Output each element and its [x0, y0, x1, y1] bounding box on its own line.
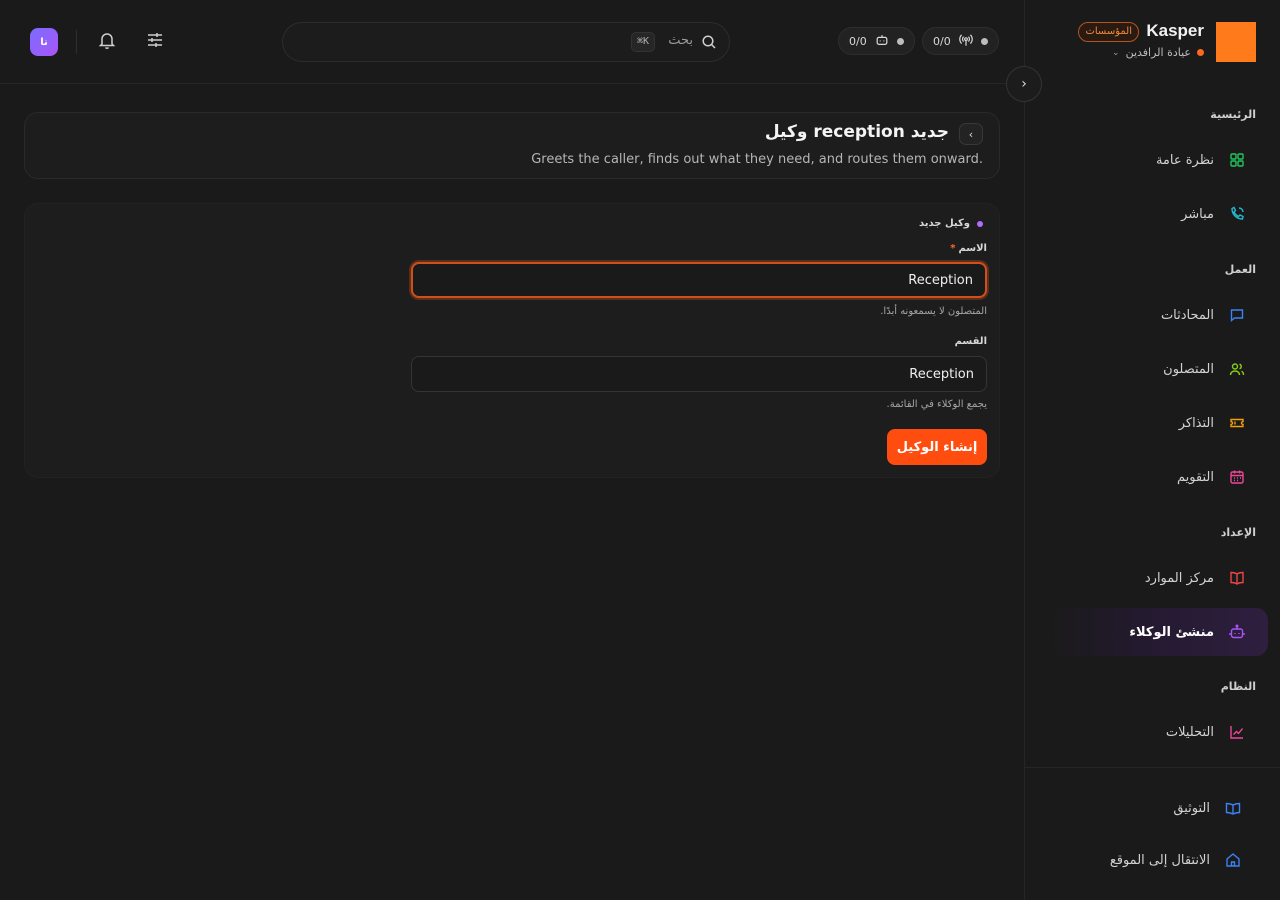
chevron-down-icon: ⌄: [1112, 47, 1120, 58]
bell-icon: [97, 30, 117, 54]
chat-icon: [1228, 306, 1246, 324]
topbar: نا بحث ⌘K 0/0 0/0: [0, 0, 1024, 84]
sidebar-item-docs[interactable]: التوثيق: [1048, 785, 1268, 831]
grid-icon: [1228, 151, 1246, 169]
sidebar-item-go-to-site[interactable]: الانتقال إلى الموقع: [1048, 837, 1268, 883]
required-marker: *: [950, 243, 956, 254]
page-header: ‹ وكيل reception جديد Greets the caller,…: [24, 112, 1000, 179]
plan-badge: المؤسسات: [1078, 22, 1139, 42]
sidebar-item-label: مباشر: [1181, 206, 1214, 222]
page-title: وكيل reception جديد: [764, 122, 949, 142]
book-icon: [1228, 569, 1246, 587]
sliders-icon: [145, 30, 165, 54]
page-subtitle: Greets the caller, finds out what they n…: [531, 152, 983, 167]
ticket-icon: [1228, 414, 1246, 432]
phone-icon: [1228, 205, 1246, 223]
status-dot: [896, 37, 904, 45]
sidebar-item-label: التذاكر: [1178, 415, 1214, 431]
sidebar-item-label: المحادثات: [1160, 307, 1214, 323]
search-input[interactable]: بحث ⌘K: [282, 22, 730, 62]
sidebar-item-label: منشئ الوكلاء: [1129, 624, 1214, 640]
sidebar-item-label: الانتقال إلى الموقع: [1109, 852, 1210, 868]
lines-status-pill[interactable]: 0/0: [922, 27, 999, 55]
name-label: الاسم*: [950, 243, 987, 254]
sidebar-item-tickets[interactable]: التذاكر: [1048, 400, 1268, 446]
name-label-text: الاسم: [958, 243, 987, 254]
sidebar-item-analytics[interactable]: التحليلات: [1048, 709, 1268, 755]
department-field[interactable]: [411, 356, 987, 392]
sidebar-item-label: التوثيق: [1173, 800, 1210, 816]
sidebar-item-calendar[interactable]: التقويم: [1048, 454, 1268, 500]
create-agent-button[interactable]: إنشاء الوكيل: [887, 429, 987, 465]
book-open-icon: [1224, 799, 1242, 817]
robot-icon: [875, 33, 889, 50]
workspace-status-dot: [1197, 49, 1204, 56]
avatar[interactable]: نا: [30, 28, 58, 56]
nav-section-system: النظام: [1220, 680, 1256, 693]
sidebar-item-label: مركز الموارد: [1144, 570, 1214, 586]
robot-icon: [1228, 623, 1246, 641]
notifications-button[interactable]: [93, 28, 121, 56]
sidebar-item-resources[interactable]: مركز الموارد: [1048, 555, 1268, 601]
department-hint: يجمع الوكلاء في القائمة.: [886, 399, 987, 410]
nav-section-home: الرئيسية: [1210, 108, 1256, 121]
form-section-title: وكيل جديد: [918, 218, 970, 229]
sidebar: Kasper المؤسسات عيادة الرافدين ⌄ الرئيسي…: [1024, 0, 1280, 900]
home-icon: [1224, 851, 1242, 869]
sidebar-item-label: التحليلات: [1165, 724, 1214, 740]
name-field[interactable]: [411, 262, 987, 298]
nav-section-work: العمل: [1224, 263, 1256, 276]
section-dot: [977, 220, 983, 227]
sidebar-item-label: المتصلون: [1163, 361, 1214, 377]
lines-count: 0/0: [933, 34, 951, 48]
form-section-header: وكيل جديد: [919, 218, 983, 229]
brand-name: Kasper: [1146, 21, 1204, 40]
sidebar-item-conversations[interactable]: المحادثات: [1048, 292, 1268, 338]
nav-section-setup: الإعداد: [1220, 526, 1256, 539]
new-agent-form: وكيل جديد الاسم* المتصلون لا يسمعونه أبد…: [24, 203, 1000, 478]
sidebar-collapse-button[interactable]: ›: [1006, 66, 1042, 102]
sidebar-item-agent-builder[interactable]: منشئ الوكلاء: [1048, 608, 1268, 656]
calendar-icon: [1228, 468, 1246, 486]
workspace-switcher[interactable]: عيادة الرافدين ⌄: [1112, 46, 1204, 59]
filters-button[interactable]: [141, 28, 169, 56]
sidebar-item-callers[interactable]: المتصلون: [1048, 346, 1268, 392]
sidebar-item-label: التقويم: [1176, 469, 1214, 485]
agents-status-pill[interactable]: 0/0: [838, 27, 915, 55]
name-hint: المتصلون لا يسمعونه أبدًا.: [880, 306, 987, 317]
chart-icon: [1228, 723, 1246, 741]
brand[interactable]: Kasper المؤسسات عيادة الرافدين ⌄: [1046, 20, 1256, 64]
users-icon: [1228, 360, 1246, 378]
status-dot: [980, 37, 988, 45]
department-label: القسم: [954, 336, 987, 347]
sidebar-item-label: نظرة عامة: [1155, 152, 1214, 168]
sidebar-item-overview[interactable]: نظرة عامة: [1048, 137, 1268, 183]
chevron-right-icon: ›: [1021, 76, 1027, 92]
back-button[interactable]: ‹: [959, 123, 983, 145]
chevron-left-icon: ‹: [968, 127, 974, 141]
brand-logo: [1216, 22, 1256, 62]
broadcast-icon: [958, 33, 973, 50]
workspace-name: عيادة الرافدين: [1125, 46, 1191, 59]
sidebar-item-live[interactable]: مباشر: [1048, 191, 1268, 237]
search-shortcut: ⌘K: [630, 32, 655, 52]
search-icon: [701, 34, 717, 54]
agents-count: 0/0: [849, 34, 867, 48]
search-placeholder: بحث: [668, 33, 693, 48]
topbar-separator: [76, 30, 77, 54]
sidebar-divider: [1024, 767, 1280, 768]
